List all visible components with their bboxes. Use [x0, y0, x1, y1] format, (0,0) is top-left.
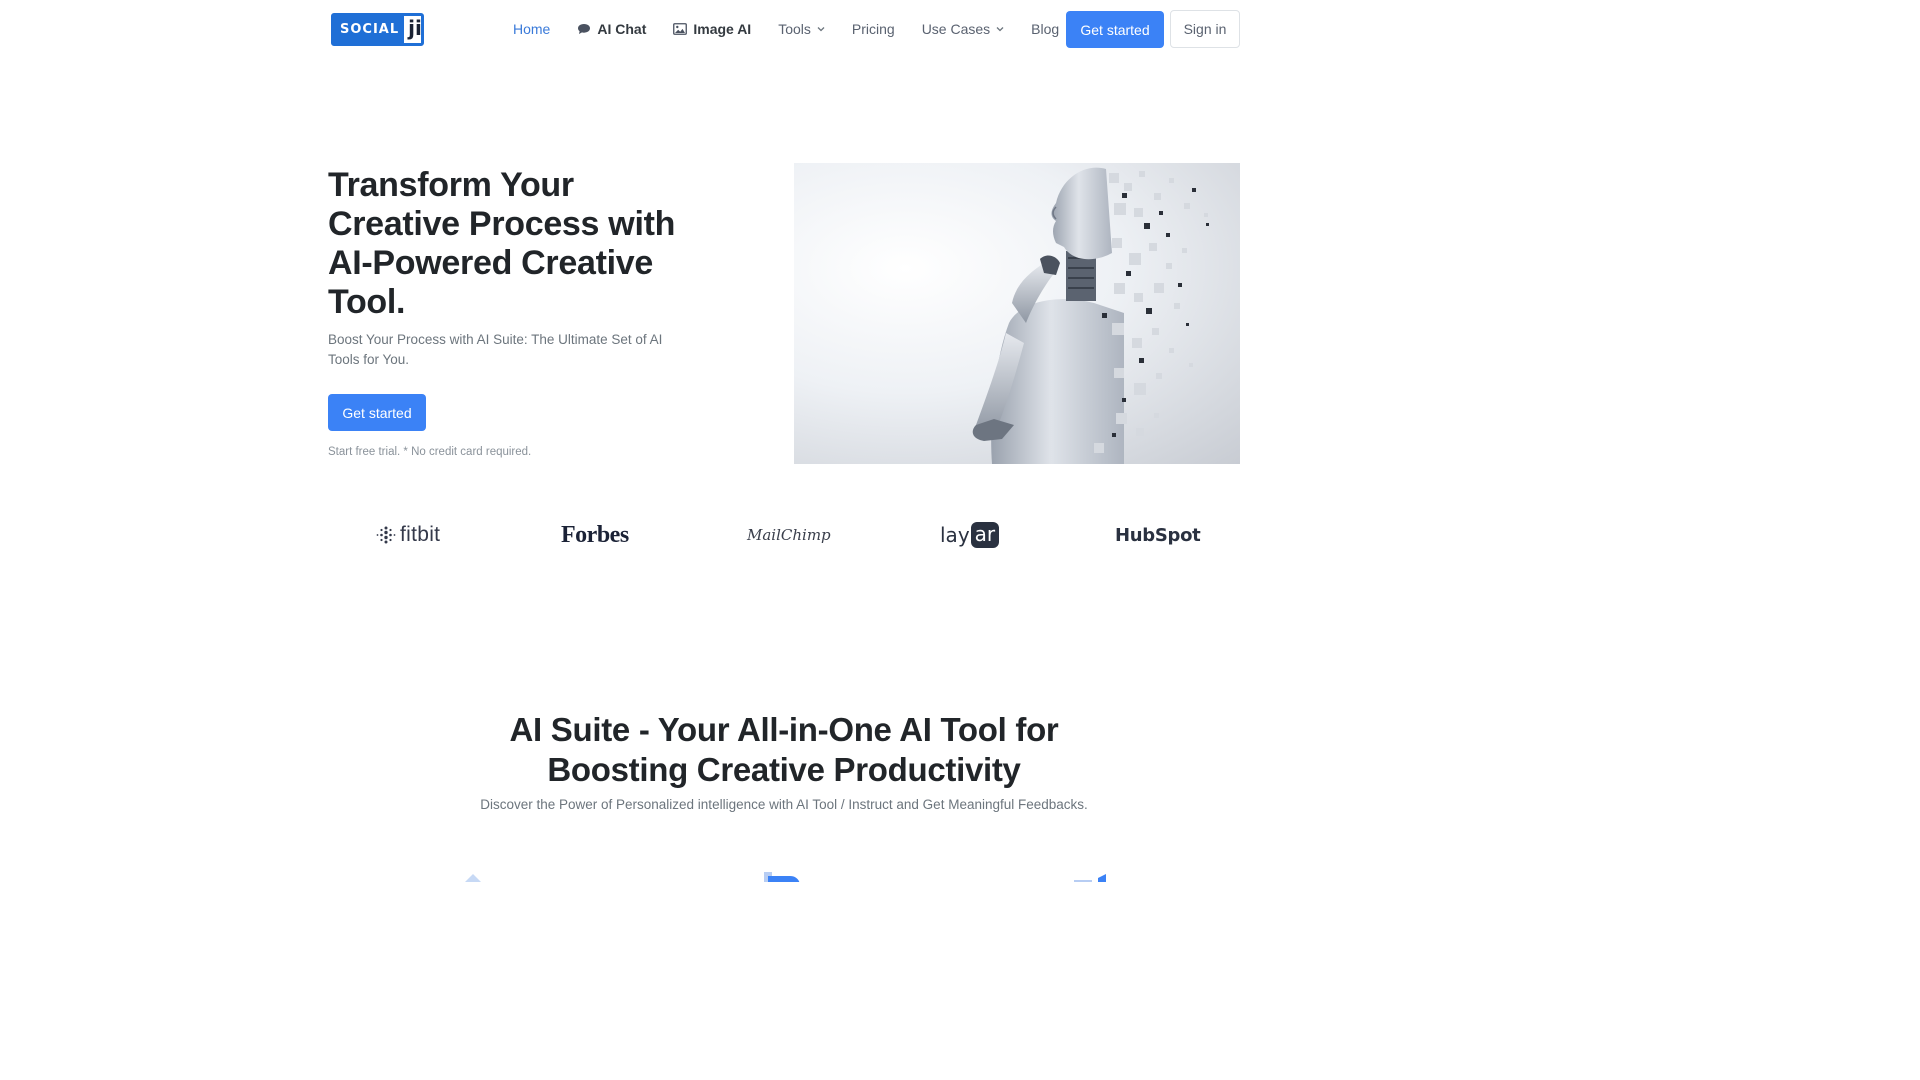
layar-text-1: lay [940, 523, 970, 547]
hero-title: Transform Your Creative Process with AI-… [328, 166, 676, 321]
hubspot-logo: HubSpot [1115, 524, 1201, 546]
nav-ai-chat-link[interactable]: AI Chat [577, 21, 646, 37]
chevron-down-icon [996, 26, 1004, 32]
navbar: SOCIAL ji Home AI Chat Image AI Tools Pr… [0, 0, 1568, 60]
nav-use-cases-dropdown[interactable]: Use Cases [922, 21, 1004, 37]
chevron-down-icon [817, 26, 825, 32]
nav-home-link[interactable]: Home [513, 21, 550, 37]
logo-social-text: SOCIAL [334, 16, 405, 43]
nav-get-started-button[interactable]: Get started [1066, 11, 1164, 48]
features-section-title: AI Suite - Your All-in-One AI Tool for B… [0, 710, 1568, 790]
nav-links: Home AI Chat Image AI Tools Pricing Use … [513, 10, 1086, 48]
nav-tools-dropdown[interactable]: Tools [778, 21, 825, 37]
layar-text-2: ar [970, 522, 1000, 548]
fitbit-logo: fitbit [376, 515, 440, 555]
logo-ji-text: ji [408, 16, 422, 40]
feature-diamond-icon [458, 870, 488, 882]
hero-subtitle: Boost Your Process with AI Suite: The Ul… [328, 332, 663, 367]
fitbit-dots-icon [376, 526, 396, 544]
nav-pricing-link[interactable]: Pricing [852, 21, 895, 37]
features-title-line1: AI Suite - Your All-in-One AI Tool for [509, 711, 1059, 748]
feature-megaphone-icon [1070, 870, 1110, 882]
mailchimp-logo: MailChimp [747, 526, 831, 544]
brand-logo[interactable]: SOCIAL ji [331, 13, 424, 46]
features-section-subtitle: Discover the Power of Personalized intel… [480, 797, 1088, 812]
hero-trial-note: Start free trial. * No credit card requi… [328, 446, 532, 458]
nav-sign-in-button[interactable]: Sign in [1170, 10, 1240, 48]
feature-document-icon [762, 870, 802, 882]
hero-get-started-button[interactable]: Get started [328, 394, 426, 431]
nav-use-cases-label: Use Cases [921, 21, 991, 37]
nav-blog-link[interactable]: Blog [1031, 21, 1059, 37]
hero-robot-image [794, 163, 1240, 464]
nav-tools-label: Tools [778, 21, 811, 37]
forbes-logo: Forbes [561, 521, 629, 548]
nav-image-ai-label: Image AI [693, 21, 752, 37]
layar-logo: lay ar [940, 515, 1000, 555]
fitbit-text: fitbit [400, 523, 441, 546]
nav-image-ai-link[interactable]: Image AI [673, 21, 751, 37]
features-title-line2: Boosting Creative Productivity [547, 751, 1021, 788]
chat-bubble-icon [577, 23, 591, 35]
brand-logos-row: fitbit Forbes MailChimp lay ar HubSpot [328, 515, 1240, 555]
image-icon [673, 23, 688, 35]
nav-ai-chat-label: AI Chat [597, 21, 647, 37]
